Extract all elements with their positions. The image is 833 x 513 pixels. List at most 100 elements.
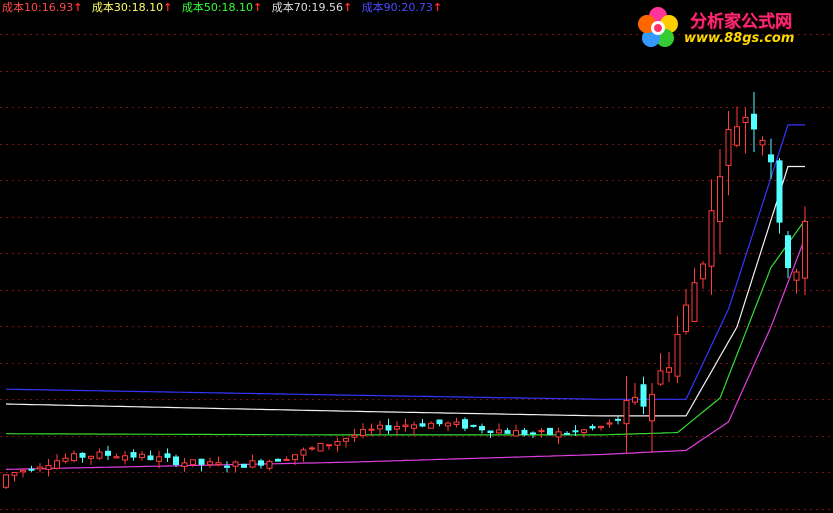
candle-up xyxy=(394,425,400,430)
legend-item-cost30: 成本30:18.10↑ xyxy=(91,1,173,14)
candle-up xyxy=(343,437,349,442)
candle-down xyxy=(419,423,426,427)
candle-up xyxy=(623,399,630,425)
up-arrow-icon: ↑ xyxy=(253,1,263,14)
logo-brand-text: 分析家公式网 xyxy=(690,12,792,32)
candle-up xyxy=(351,434,358,438)
candle-up xyxy=(334,440,341,446)
up-arrow-icon: ↑ xyxy=(163,1,173,14)
candle-up xyxy=(326,444,332,447)
candle-down xyxy=(130,452,137,458)
legend-item-cost90: 成本90:20.73↑ xyxy=(361,1,443,14)
candle-up xyxy=(368,428,375,431)
cost-line-成本70 xyxy=(5,165,805,417)
candle-down xyxy=(224,465,230,468)
candle-down xyxy=(436,419,443,425)
candle-up xyxy=(411,424,417,429)
candle-up xyxy=(666,367,672,373)
candle-up xyxy=(632,396,638,403)
candle-up xyxy=(283,458,290,461)
candle-down xyxy=(479,426,485,431)
candle-up xyxy=(122,455,128,461)
candle-up xyxy=(215,462,222,466)
legend-item-cost70: 成本70:19.56↑ xyxy=(271,1,353,14)
candle-up xyxy=(725,129,732,166)
candle-up xyxy=(190,459,196,466)
candle-up xyxy=(691,282,698,322)
candle-down xyxy=(504,430,511,434)
candle-up xyxy=(428,422,434,429)
candle-up xyxy=(700,263,706,280)
candle-up xyxy=(377,424,383,430)
candle-up xyxy=(802,220,808,279)
candle-up xyxy=(62,457,69,462)
candle-down xyxy=(768,154,774,163)
candle-down xyxy=(385,425,392,431)
candle-down xyxy=(462,419,468,429)
candle-up xyxy=(683,304,689,333)
candle-up xyxy=(207,461,213,466)
candle-down xyxy=(487,430,494,434)
candle-up xyxy=(402,424,409,427)
candle-up xyxy=(309,447,315,450)
candle-down xyxy=(640,384,647,407)
candle-up xyxy=(96,451,103,459)
candle-up xyxy=(266,460,273,469)
candle-down xyxy=(530,432,536,435)
candle-up xyxy=(360,429,366,437)
legend-item-cost50: 成本50:18.10↑ xyxy=(181,1,263,14)
candle-down xyxy=(241,463,247,468)
candle-up xyxy=(88,455,94,459)
candle-up xyxy=(555,431,562,438)
candle-up xyxy=(742,116,749,124)
candle-down xyxy=(173,456,179,465)
candle-up xyxy=(249,460,256,468)
candle-down xyxy=(572,430,579,433)
candle-up xyxy=(156,456,162,462)
candle-up xyxy=(453,421,460,426)
candle-up xyxy=(445,422,451,427)
candle-up xyxy=(581,429,587,433)
up-arrow-icon: ↑ xyxy=(432,1,443,14)
candle-down xyxy=(589,426,596,429)
chart-window: 成本10:16.93↑ 成本30:18.10↑ 成本50:18.10↑ 成本70… xyxy=(0,0,833,513)
candle-down xyxy=(776,160,783,223)
candle-down xyxy=(275,458,281,462)
candle-up xyxy=(45,465,52,470)
candle-down xyxy=(615,418,621,421)
candle-up xyxy=(606,422,613,425)
flower-logo-icon xyxy=(638,7,678,47)
candle-up xyxy=(734,126,740,146)
candle-up xyxy=(538,430,545,433)
legend: 成本10:16.93↑ 成本30:18.10↑ 成本50:18.10↑ 成本70… xyxy=(2,1,448,17)
candle-up xyxy=(649,393,655,422)
candle-down xyxy=(28,468,35,471)
candle-up xyxy=(598,425,604,429)
cost-line-成本90 xyxy=(5,124,805,400)
up-arrow-icon: ↑ xyxy=(342,1,353,14)
candle-up xyxy=(37,466,43,470)
candle-down xyxy=(785,235,791,269)
up-arrow-icon: ↑ xyxy=(73,1,83,14)
site-logo[interactable]: 分析家公式网 www.88gs.com xyxy=(632,4,830,52)
candle-down xyxy=(751,113,757,130)
candle-up xyxy=(71,453,77,462)
legend-item-cost10: 成本10:16.93↑ xyxy=(2,1,83,14)
candle-up xyxy=(708,210,715,267)
candle-up xyxy=(759,139,766,146)
kline-chart xyxy=(0,34,833,510)
candle-up xyxy=(513,430,519,437)
candle-down xyxy=(198,458,205,465)
candle-down xyxy=(164,453,171,458)
candle-up xyxy=(674,333,681,377)
candle-up xyxy=(496,429,502,434)
candle-up xyxy=(54,460,60,469)
candle-up xyxy=(232,461,239,467)
candle-up xyxy=(113,456,120,459)
candle-up xyxy=(300,449,307,456)
candle-down xyxy=(547,427,553,435)
candle-up xyxy=(11,471,18,476)
candle-up xyxy=(20,469,26,473)
candle-up xyxy=(292,454,298,461)
candle-down xyxy=(147,455,154,461)
